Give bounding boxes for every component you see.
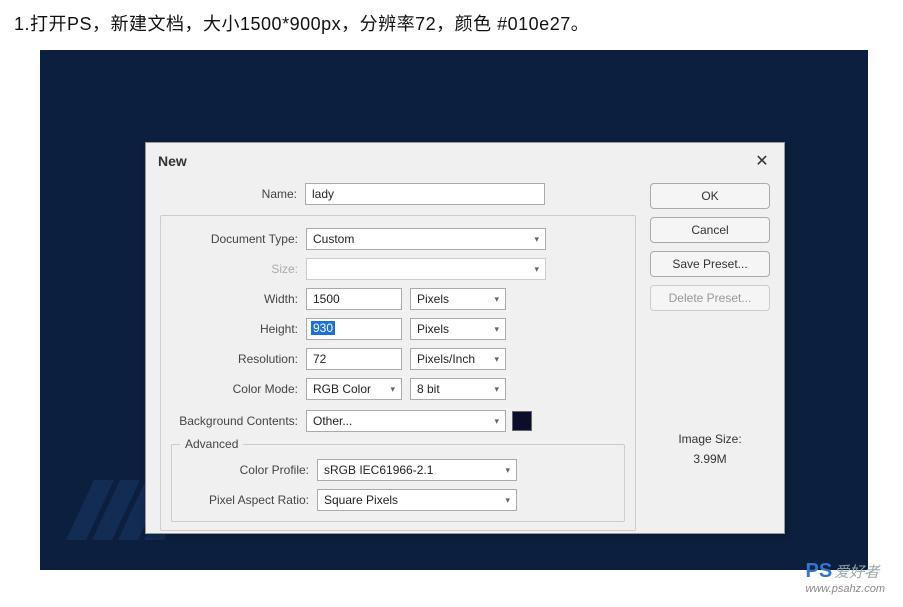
chevron-down-icon: ▾	[505, 495, 510, 506]
save-preset-button[interactable]: Save Preset...	[650, 251, 770, 277]
dialog-title: New	[158, 153, 187, 169]
doctype-select[interactable]: Custom▾	[306, 228, 546, 250]
close-icon[interactable]: ✕	[752, 151, 772, 171]
width-unit-select[interactable]: Pixels▾	[410, 288, 506, 310]
size-select: ▾	[306, 258, 546, 280]
chevron-down-icon: ▾	[390, 384, 395, 395]
cancel-button[interactable]: Cancel	[650, 217, 770, 243]
dialog-titlebar: New ✕	[146, 143, 784, 179]
chevron-down-icon: ▾	[494, 294, 499, 305]
resolution-label: Resolution:	[171, 352, 306, 366]
color-depth-select[interactable]: 8 bit▾	[410, 378, 506, 400]
advanced-legend: Advanced	[180, 437, 243, 451]
doctype-label: Document Type:	[171, 232, 306, 246]
new-document-dialog: New ✕ Name: Document Type: Custom▾ Size:	[145, 142, 785, 534]
ok-button[interactable]: OK	[650, 183, 770, 209]
pixel-aspect-label: Pixel Aspect Ratio:	[182, 493, 317, 507]
document-settings-group: Document Type: Custom▾ Size: ▾ Width:	[160, 215, 636, 531]
size-label: Size:	[171, 262, 306, 276]
height-unit-select[interactable]: Pixels▾	[410, 318, 506, 340]
width-input[interactable]	[306, 288, 402, 310]
resolution-input[interactable]	[306, 348, 402, 370]
image-size-readout: Image Size: 3.99M	[650, 429, 770, 470]
name-label: Name:	[160, 187, 305, 201]
color-profile-label: Color Profile:	[182, 463, 317, 477]
height-label: Height:	[171, 322, 306, 336]
pixel-aspect-select[interactable]: Square Pixels▾	[317, 489, 517, 511]
resolution-unit-select[interactable]: Pixels/Inch▾	[410, 348, 506, 370]
chevron-down-icon: ▾	[494, 384, 499, 395]
height-input[interactable]: 930	[306, 318, 402, 340]
bg-color-swatch[interactable]	[512, 411, 532, 431]
name-input[interactable]	[305, 183, 545, 205]
width-label: Width:	[171, 292, 306, 306]
bg-contents-select[interactable]: Other...▾	[306, 410, 506, 432]
color-mode-label: Color Mode:	[171, 382, 306, 396]
watermark: PS爱好者 www.psahz.com	[806, 560, 885, 595]
chevron-down-icon: ▾	[534, 234, 539, 245]
color-profile-select[interactable]: sRGB IEC61966-2.1▾	[317, 459, 517, 481]
chevron-down-icon: ▾	[494, 416, 499, 427]
chevron-down-icon: ▾	[505, 465, 510, 476]
delete-preset-button: Delete Preset...	[650, 285, 770, 311]
bg-contents-label: Background Contents:	[171, 414, 306, 428]
chevron-down-icon: ▾	[534, 264, 539, 275]
chevron-down-icon: ▾	[494, 324, 499, 335]
instruction-text: 1.打开PS，新建文档，大小1500*900px，分辨率72，颜色 #010e2…	[0, 0, 903, 48]
chevron-down-icon: ▾	[494, 354, 499, 365]
color-mode-select[interactable]: RGB Color▾	[306, 378, 402, 400]
advanced-group: Advanced Color Profile: sRGB IEC61966-2.…	[171, 444, 625, 522]
